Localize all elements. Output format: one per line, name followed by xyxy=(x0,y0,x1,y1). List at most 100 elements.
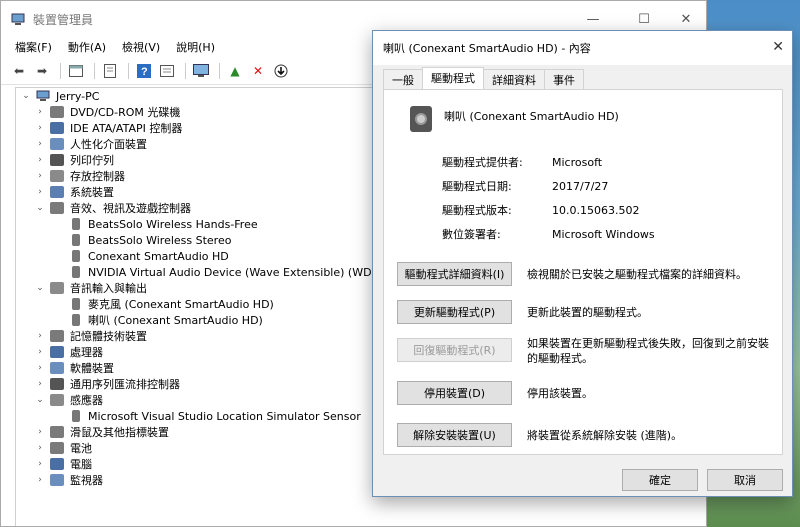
cancel-button[interactable]: 取消 xyxy=(707,469,783,491)
uninstall-device-button[interactable]: 解除安裝裝置(U) xyxy=(397,423,512,447)
category-icon xyxy=(50,282,64,294)
tree-category[interactable]: › 人性化介面裝置 xyxy=(34,136,147,152)
menu-help[interactable]: 說明(H) xyxy=(168,39,223,55)
properties-icon[interactable] xyxy=(66,61,86,81)
computer-icon xyxy=(36,90,50,101)
chevron-right-icon[interactable]: › xyxy=(34,443,46,453)
tree-item-label: 處理器 xyxy=(70,346,103,359)
menu-file[interactable]: 檔案(F) xyxy=(7,39,60,55)
document-icon[interactable] xyxy=(100,61,120,81)
tree-category[interactable]: › 滑鼠及其他指標裝置 xyxy=(34,424,169,440)
menu-action[interactable]: 動作(A) xyxy=(60,39,114,55)
tree-item-label: 音訊輸入與輸出 xyxy=(70,282,147,295)
category-icon xyxy=(50,362,64,374)
category-icon xyxy=(50,186,64,198)
ok-button[interactable]: 確定 xyxy=(622,469,698,491)
device-icon xyxy=(72,250,80,262)
tree-category[interactable]: › 電池 xyxy=(34,440,92,456)
driver-panel: 喇叭 (Conexant SmartAudio HD) 驅動程式提供者: Micr… xyxy=(383,89,783,455)
chevron-right-icon[interactable]: › xyxy=(34,379,46,389)
uninstall-icon[interactable]: ✕ xyxy=(248,61,268,81)
download-icon[interactable] xyxy=(271,61,291,81)
details-icon[interactable] xyxy=(157,61,177,81)
tree-device[interactable]: 麥克風 (Conexant SmartAudio HD) xyxy=(56,296,274,312)
chevron-right-icon[interactable]: › xyxy=(34,171,46,181)
tree-item-label: Conexant SmartAudio HD xyxy=(88,249,229,263)
chevron-right-icon[interactable]: › xyxy=(34,427,46,437)
tree-category[interactable]: ⌄ 音訊輸入與輸出 xyxy=(34,280,147,296)
chevron-right-icon[interactable]: › xyxy=(34,475,46,485)
category-icon xyxy=(50,346,64,358)
tree-item-label: 麥克風 (Conexant SmartAudio HD) xyxy=(88,298,274,311)
chevron-right-icon[interactable]: › xyxy=(34,123,46,133)
tree-category[interactable]: ⌄ 音效、視訊及遊戲控制器 xyxy=(34,200,191,216)
device-icon xyxy=(72,298,80,310)
tree-item-label: 監視器 xyxy=(70,474,103,487)
tree-item-label: IDE ATA/ATAPI 控制器 xyxy=(70,122,183,135)
update-driver-desc: 更新此裝置的驅動程式。 xyxy=(527,306,648,319)
tree-category[interactable]: › IDE ATA/ATAPI 控制器 xyxy=(34,120,182,136)
driver-details-button[interactable]: 驅動程式詳細資料(I) xyxy=(397,262,512,286)
category-icon xyxy=(50,202,64,214)
chevron-right-icon[interactable]: › xyxy=(34,331,46,341)
tree-category[interactable]: › 記憶體技術裝置 xyxy=(34,328,147,344)
tree-device[interactable]: NVIDIA Virtual Audio Device (Wave Extens… xyxy=(56,264,385,280)
close-icon[interactable]: ✕ xyxy=(772,39,784,55)
chevron-right-icon[interactable]: › xyxy=(34,347,46,357)
chevron-right-icon[interactable]: › xyxy=(34,187,46,197)
tree-item-label: BeatsSolo Wireless Hands-Free xyxy=(88,217,258,231)
tree-category[interactable]: ⌄ 感應器 xyxy=(34,392,103,408)
chevron-down-icon[interactable]: ⌄ xyxy=(20,91,32,101)
speaker-icon xyxy=(410,106,432,132)
chevron-down-icon[interactable]: ⌄ xyxy=(34,283,46,293)
tab-driver[interactable]: 驅動程式 xyxy=(422,67,484,89)
help-icon[interactable]: ? xyxy=(134,61,154,81)
back-arrow-icon[interactable]: ⬅ xyxy=(9,61,29,81)
tree-category[interactable]: › 處理器 xyxy=(34,344,103,360)
update-driver-button[interactable]: 更新驅動程式(P) xyxy=(397,300,512,324)
category-icon xyxy=(50,458,64,470)
tree-device[interactable]: BeatsSolo Wireless Hands-Free xyxy=(56,216,258,232)
monitor-icon[interactable] xyxy=(191,61,211,81)
tree-category[interactable]: › 監視器 xyxy=(34,472,103,488)
chevron-right-icon[interactable]: › xyxy=(34,459,46,469)
tree-category[interactable]: › DVD/CD-ROM 光碟機 xyxy=(34,104,180,120)
forward-arrow-icon[interactable]: ➡ xyxy=(32,61,52,81)
tree-category[interactable]: › 列印佇列 xyxy=(34,152,114,168)
category-icon xyxy=(50,330,64,342)
svg-text:?: ? xyxy=(141,66,148,78)
tree-item-label: 記憶體技術裝置 xyxy=(70,330,147,343)
tab-general[interactable]: 一般 xyxy=(383,69,423,89)
tree-category[interactable]: › 通用序列匯流排控制器 xyxy=(34,376,180,392)
tree-category[interactable]: › 系統裝置 xyxy=(34,184,114,200)
tree-item-label: 軟體裝置 xyxy=(70,362,114,375)
tree-device[interactable]: 喇叭 (Conexant SmartAudio HD) xyxy=(56,312,263,328)
tree-device[interactable]: BeatsSolo Wireless Stereo xyxy=(56,232,231,248)
add-driver-icon[interactable]: ▲ xyxy=(225,61,245,81)
tree-root[interactable]: ⌄ Jerry-PC xyxy=(20,88,99,104)
tab-details[interactable]: 詳細資料 xyxy=(483,69,545,89)
tree-item-label: 列印佇列 xyxy=(70,154,114,167)
tree-device[interactable]: Microsoft Visual Studio Location Simulat… xyxy=(56,408,361,424)
category-icon xyxy=(50,122,64,134)
chevron-right-icon[interactable]: › xyxy=(34,363,46,373)
category-icon xyxy=(50,154,64,166)
tree-category[interactable]: › 軟體裝置 xyxy=(34,360,114,376)
field-version: 驅動程式版本: 10.0.15063.502 xyxy=(442,204,640,217)
tree-category[interactable]: › 存放控制器 xyxy=(34,168,125,184)
tree-category[interactable]: › 電腦 xyxy=(34,456,92,472)
driver-details-desc: 檢視關於已安裝之驅動程式檔案的詳細資料。 xyxy=(527,268,747,281)
field-date: 驅動程式日期: 2017/7/27 xyxy=(442,180,609,193)
chevron-right-icon[interactable]: › xyxy=(34,139,46,149)
tree-item-label: DVD/CD-ROM 光碟機 xyxy=(70,106,181,119)
chevron-down-icon[interactable]: ⌄ xyxy=(34,395,46,405)
menu-view[interactable]: 檢視(V) xyxy=(114,39,168,55)
chevron-down-icon[interactable]: ⌄ xyxy=(34,203,46,213)
tree-item-label: Microsoft Visual Studio Location Simulat… xyxy=(88,409,361,423)
tree-device[interactable]: Conexant SmartAudio HD xyxy=(56,248,229,264)
chevron-right-icon[interactable]: › xyxy=(34,155,46,165)
tab-events[interactable]: 事件 xyxy=(544,69,584,89)
chevron-right-icon[interactable]: › xyxy=(34,107,46,117)
disable-device-button[interactable]: 停用裝置(D) xyxy=(397,381,512,405)
category-icon xyxy=(50,170,64,182)
